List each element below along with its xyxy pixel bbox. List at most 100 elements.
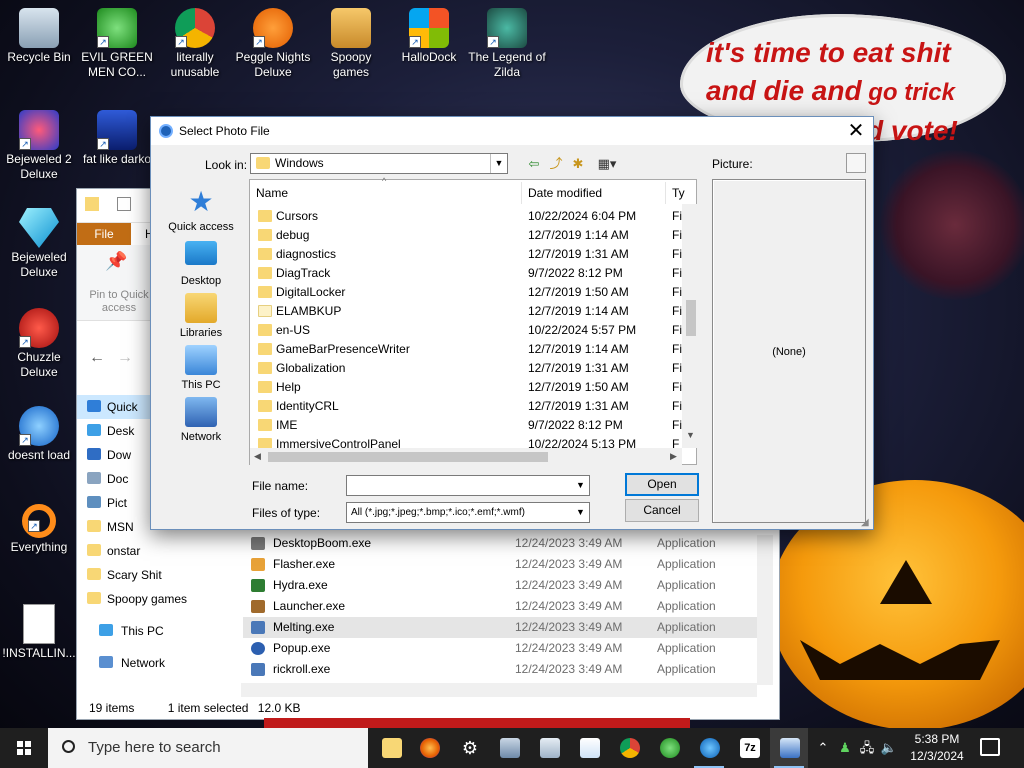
- folder-icon: [87, 520, 101, 532]
- list-item[interactable]: Help 12/7/2019 1:50 AM Fil: [250, 378, 685, 397]
- taskbar-chrome[interactable]: [610, 728, 648, 768]
- list-item[interactable]: ELAMBKUP 12/7/2019 1:14 AM Fil: [250, 302, 685, 321]
- dialog-file-list[interactable]: Name ^ Date modified Ty Cursors 10/22/202…: [249, 176, 698, 465]
- desktop-icon-peggle[interactable]: ↗ Peggle Nights Deluxe: [234, 8, 312, 80]
- desktop-icon-evil-green-men[interactable]: ↗ EVIL GREEN MEN CO...: [78, 8, 156, 80]
- taskbar-scanner[interactable]: [490, 728, 528, 768]
- scroll-left-arrow-icon[interactable]: ◀: [254, 451, 261, 462]
- taskbar-green-men[interactable]: [650, 728, 688, 768]
- nav-item-spoopy-games[interactable]: Spoopy games: [77, 587, 241, 611]
- bejeweled2-icon: ↗: [19, 110, 59, 150]
- start-button[interactable]: [0, 728, 48, 768]
- place-quick-access[interactable]: ★ Quick access: [159, 187, 243, 234]
- look-in-dropdown[interactable]: Windows ▼: [250, 153, 508, 174]
- nav-item-network[interactable]: Network: [77, 651, 241, 675]
- notification-center-icon[interactable]: [980, 738, 1000, 756]
- folder-icon: [87, 592, 101, 604]
- desktop-icon-everything[interactable]: ↗ Everything: [0, 504, 78, 555]
- explorer-status-bar: 19 items 1 item selected 12.0 KB: [77, 697, 779, 719]
- pin-to-quick-access-button[interactable]: Pin to Quick access: [81, 289, 157, 315]
- taskbar-settings[interactable]: ⚙: [450, 728, 488, 768]
- list-item[interactable]: Launcher.exe 12/24/2023 3:49 AM Applicatio…: [243, 596, 757, 617]
- taskbar-firefox[interactable]: [410, 728, 448, 768]
- list-item[interactable]: Flasher.exe 12/24/2023 3:49 AM Application: [243, 554, 757, 575]
- dialog-titlebar[interactable]: Select Photo File: [151, 117, 873, 145]
- nav-item-onstar[interactable]: onstar: [77, 539, 241, 563]
- list-item[interactable]: Popup.exe 12/24/2023 3:49 AM Application: [243, 638, 757, 659]
- list-item[interactable]: Hydra.exe 12/24/2023 3:49 AM Application: [243, 575, 757, 596]
- taskbar-edge[interactable]: [690, 728, 728, 768]
- up-one-level-button[interactable]: ⤴: [547, 155, 565, 173]
- desktop-icon-legend-of-zilda[interactable]: ↗ The Legend of Zilda: [468, 8, 546, 80]
- back-button[interactable]: ⇦: [525, 155, 543, 173]
- new-folder-button[interactable]: ✱: [569, 155, 587, 173]
- list-item[interactable]: debug 12/7/2019 1:14 AM Fil: [250, 226, 685, 245]
- desktop-icon-chrome[interactable]: ↗ literally unusable: [156, 8, 234, 80]
- files-of-type-dropdown[interactable]: All (*.jpg;*.jpeg;*.bmp;*.ico;*.emf;*.wm…: [346, 502, 590, 523]
- list-item[interactable]: Cursors 10/22/2024 6:04 PM Fil: [250, 207, 685, 226]
- taskbar-photo-app[interactable]: [770, 728, 808, 768]
- desktop-icon-doesnt-load[interactable]: ↗ doesnt load: [0, 406, 78, 463]
- list-item[interactable]: rickroll.exe 12/24/2023 3:49 AM Applicatio…: [243, 659, 757, 680]
- list-item[interactable]: IME 9/7/2022 8:12 PM Fil: [250, 416, 685, 435]
- desktop-icon-installing[interactable]: !INSTALLIN...: [0, 604, 78, 661]
- chevron-down-icon: ▼: [572, 503, 589, 522]
- list-item[interactable]: en-US 10/22/2024 5:57 PM Fil: [250, 321, 685, 340]
- list-item[interactable]: Globalization 12/7/2019 1:31 AM Fil: [250, 359, 685, 378]
- list-item[interactable]: diagnostics 12/7/2019 1:31 AM Fil: [250, 245, 685, 264]
- desktop-icon-fat-like-darko[interactable]: ↗ fat like darko: [78, 110, 156, 167]
- desktop-icon-bejeweled[interactable]: Bejeweled Deluxe: [0, 208, 78, 280]
- taskbar-clock[interactable]: 5:38 PM 12/3/2024: [902, 728, 972, 768]
- file-list-horizontal-scroll-thumb[interactable]: [268, 452, 548, 462]
- taskbar-notepad[interactable]: [570, 728, 608, 768]
- column-header-type[interactable]: Ty: [666, 182, 685, 204]
- show-hidden-icons-chevron[interactable]: ⌃: [812, 728, 834, 768]
- nav-item-this-pc[interactable]: This PC: [77, 619, 241, 643]
- look-in-label: Look in:: [205, 158, 248, 172]
- taskbar-7zip[interactable]: 7z: [730, 728, 768, 768]
- nav-item-scary-shit[interactable]: Scary Shit: [77, 563, 241, 587]
- tray-person-icon[interactable]: ♟: [834, 728, 856, 768]
- taskbar-search-box[interactable]: Type here to search: [48, 728, 368, 768]
- list-item[interactable]: DiagTrack 9/7/2022 8:12 PM Fil: [250, 264, 685, 283]
- resize-grip-icon[interactable]: ◢: [861, 517, 869, 528]
- ribbon-tab-file[interactable]: File: [77, 223, 131, 245]
- open-button[interactable]: Open: [625, 473, 699, 496]
- file-list-vertical-scroll-thumb[interactable]: [686, 300, 696, 336]
- close-button[interactable]: ✕: [839, 117, 873, 145]
- forward-arrow-icon[interactable]: →: [117, 349, 133, 367]
- file-name-input[interactable]: ▼: [346, 475, 590, 496]
- list-item[interactable]: Melting.exe 12/24/2023 3:49 AM Application: [243, 617, 757, 638]
- place-desktop[interactable]: Desktop: [159, 241, 243, 288]
- taskbar-windows-tool[interactable]: [530, 728, 568, 768]
- desktop-icon-spoopy-games[interactable]: Spoopy games: [312, 8, 390, 80]
- scroll-down-arrow-icon[interactable]: ▼: [686, 430, 695, 440]
- list-item[interactable]: DesktopBoom.exe 12/24/2023 3:49 AM Applica…: [243, 533, 757, 554]
- list-item[interactable]: DigitalLocker 12/7/2019 1:50 AM Fil: [250, 283, 685, 302]
- cancel-button[interactable]: Cancel: [625, 499, 699, 522]
- select-photo-file-dialog[interactable]: Select Photo File ✕ Look in: Windows ▼ ⇦…: [150, 116, 874, 530]
- list-item[interactable]: IdentityCRL 12/7/2019 1:31 AM Fil: [250, 397, 685, 416]
- column-header-date-modified[interactable]: Date modified: [522, 182, 666, 204]
- network-status-icon[interactable]: 🖧: [856, 728, 878, 768]
- volume-icon[interactable]: 🔈: [878, 728, 900, 768]
- list-item[interactable]: GameBarPresenceWriter 12/7/2019 1:14 AM Fi…: [250, 340, 685, 359]
- list-item[interactable]: ImmersiveControlPanel 10/22/2024 5:13 PM F…: [250, 435, 680, 448]
- back-arrow-icon[interactable]: ←: [89, 349, 105, 367]
- place-libraries[interactable]: Libraries: [159, 293, 243, 340]
- properties-icon[interactable]: [117, 197, 131, 211]
- scroll-right-arrow-icon[interactable]: ▶: [670, 451, 677, 462]
- exe-icon: [251, 579, 265, 592]
- desktop-icon-chuzzle[interactable]: ↗ Chuzzle Deluxe: [0, 308, 78, 380]
- explorer-vertical-scrollbar[interactable]: [757, 535, 773, 685]
- chevron-down-icon[interactable]: ▼: [572, 476, 589, 495]
- place-network[interactable]: Network: [159, 397, 243, 444]
- desktop-icon-recycle-bin[interactable]: Recycle Bin: [0, 8, 78, 65]
- desktop-icon-hallodock[interactable]: ↗ HalloDock: [390, 8, 468, 65]
- taskbar-file-explorer[interactable]: [372, 728, 410, 768]
- picture-preview-button[interactable]: [846, 153, 866, 173]
- desktop-icon-bejeweled-2[interactable]: ↗ Bejeweled 2 Deluxe: [0, 110, 78, 182]
- view-menu-button[interactable]: ▦▾: [593, 155, 621, 173]
- explorer-horizontal-scrollbar[interactable]: [241, 683, 757, 697]
- place-this-pc[interactable]: This PC: [159, 345, 243, 392]
